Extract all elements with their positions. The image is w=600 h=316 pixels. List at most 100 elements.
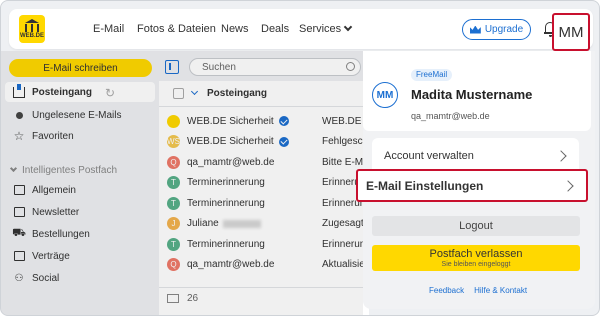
mail-subject: Aktualisierte — [322, 259, 369, 271]
logo-roof-icon — [25, 19, 39, 23]
sidebar-item-posteingang[interactable]: Posteingang — [5, 82, 155, 102]
sender-name: qa_mamtr@web.de — [187, 259, 322, 270]
verified-icon — [278, 116, 289, 127]
webde-logo[interactable]: WEB.DE — [19, 15, 45, 43]
logo-columns-icon — [25, 24, 39, 32]
nav-email[interactable]: E-Mail — [93, 9, 124, 49]
footer-links: Feedback Hilfe & Kontakt — [429, 286, 527, 295]
nav-services[interactable]: Services — [299, 9, 353, 49]
sidebar-item-social[interactable]: ⚇ Social — [9, 268, 159, 288]
email-settings-label: E-Mail Einstellungen — [366, 178, 484, 193]
nav-deals[interactable]: Deals — [261, 9, 289, 49]
leave-mailbox-label: Postfach verlassen — [429, 248, 523, 260]
social-icon: ⚇ — [14, 272, 24, 284]
leave-mailbox-button[interactable]: Postfach verlassen Sie bleiben eingelogg… — [372, 245, 580, 271]
search-icon[interactable] — [346, 62, 355, 71]
sidebar-item-label: Bestellungen — [32, 228, 90, 240]
sender-avatar: J — [167, 217, 180, 231]
table-row[interactable]: TTerminerinnerungErinnerung: M — [159, 173, 369, 194]
sender-name: Juliane — [187, 218, 322, 229]
redacted-surname — [222, 219, 261, 228]
table-row[interactable]: Qqa_mamtr@web.de Bitte E-Mail a — [159, 152, 369, 173]
sender-name: WEB.DE Sicherheit — [187, 116, 322, 127]
mail-subject: Erinnerung: M — [322, 238, 369, 250]
cart-icon: ⛟ — [12, 227, 26, 239]
newsletter-icon — [13, 207, 25, 217]
sidebar-item-newsletter[interactable]: Newsletter — [9, 202, 159, 222]
sidebar-item-favoriten[interactable]: ☆ Favoriten — [9, 126, 159, 146]
account-email: qa_mamtr@web.de — [411, 111, 490, 121]
sidebar-item-bestellungen[interactable]: ⛟ Bestellungen — [9, 224, 159, 244]
sidebar-item-vertraege[interactable]: Verträge — [9, 246, 159, 266]
star-icon: ☆ — [13, 129, 25, 143]
mail-list-footer: 26 — [159, 287, 369, 309]
sender-label: Terminerinnerung — [187, 197, 265, 209]
search-placeholder: Suchen — [202, 61, 236, 73]
chevron-down-icon — [9, 164, 18, 173]
smart-inbox-section[interactable]: Intelligentes Postfach — [9, 164, 118, 176]
smart-inbox-label: Intelligentes Postfach — [22, 165, 118, 176]
mail-list-header: Posteingang — [159, 81, 369, 107]
sender-name: Terminerinnerung — [187, 177, 322, 188]
sender-label: qa_mamtr@web.de — [187, 259, 275, 271]
help-contact-link[interactable]: Hilfe & Kontakt — [474, 286, 527, 295]
leave-mailbox-sublabel: Sie bleiben eingeloggt — [441, 261, 511, 268]
nav-services-label: Services — [299, 23, 342, 35]
table-row[interactable]: T Terminerinnerung Erinnerung: M — [159, 234, 369, 255]
plan-badge: FreeMail — [411, 69, 453, 81]
mail-count: 26 — [187, 293, 199, 304]
sidebar-item-label: Allgemein — [32, 184, 76, 196]
nav-news[interactable]: News — [221, 9, 249, 49]
sender-avatar: T — [167, 196, 180, 210]
table-row[interactable]: J Juliane Zugesagt: Me — [159, 214, 369, 235]
sender-label: Terminerinnerung — [187, 177, 265, 189]
contract-icon — [13, 251, 25, 261]
mail-subject: Zugesagt: Me — [322, 218, 369, 230]
verified-icon — [278, 136, 289, 147]
sender-label: WEB.DE Sicherheit — [187, 115, 274, 127]
sender-label: Terminerinnerung — [187, 238, 265, 250]
sender-name: qa_mamtr@web.de — [187, 157, 322, 168]
mail-subject: Fehlgeschlage — [322, 136, 369, 148]
sender-avatar: WS — [167, 135, 180, 149]
nav-fotos-dateien[interactable]: Fotos & Dateien — [137, 9, 216, 49]
chevron-down-icon[interactable] — [190, 87, 199, 96]
search-input[interactable]: Suchen — [189, 58, 361, 76]
sidebar-item-ungelesene[interactable]: Ungelesene E-Mails — [9, 105, 159, 125]
logo-text: WEB.DE — [20, 33, 44, 39]
account-avatar: MM — [372, 82, 398, 108]
sender-avatar: Q — [167, 258, 180, 272]
sidebar-item-label: Social — [32, 272, 60, 284]
table-row[interactable]: Qqa_mamtr@web.de Aktualisierte — [159, 255, 369, 276]
sender-avatar: T — [167, 237, 180, 251]
sender-avatar — [167, 114, 180, 128]
sender-label: Juliane — [187, 218, 219, 230]
table-row[interactable]: WS WEB.DE Sicherheit Fehlgeschlage — [159, 132, 369, 153]
mail-list-title: Posteingang — [207, 88, 268, 99]
upgrade-button[interactable]: Upgrade — [462, 19, 531, 40]
table-row[interactable]: TTerminerinnerungErinnerung: M — [159, 193, 369, 214]
app-window: WEB.DE E-Mail Fotos & Dateien News Deals… — [0, 0, 600, 316]
upgrade-label: Upgrade — [484, 24, 524, 35]
select-all-checkbox[interactable] — [173, 88, 184, 99]
refresh-icon[interactable]: ↻ — [105, 86, 115, 100]
account-avatar-button[interactable]: MM — [552, 13, 590, 51]
feedback-link[interactable]: Feedback — [429, 286, 464, 295]
unread-dot-icon — [13, 111, 25, 119]
mail-subject: WEB.DE Sicherheit — [322, 115, 369, 127]
sidebar-item-label: Favoriten — [32, 130, 74, 142]
email-settings-button[interactable]: E-Mail Einstellungen — [356, 169, 588, 202]
sidebar-item-allgemein[interactable]: Allgemein — [9, 180, 159, 200]
sidebar-item-label: Ungelesene E-Mails — [32, 109, 122, 121]
inbox-icon — [13, 83, 25, 98]
logout-button[interactable]: Logout — [372, 216, 580, 236]
sender-label: qa_mamtr@web.de — [187, 156, 275, 168]
sidebar-toggle-icon[interactable] — [165, 60, 179, 74]
chevron-right-icon — [555, 150, 567, 162]
mail-list: Posteingang WEB.DE SicherheitWEB.DE Sich… — [159, 81, 369, 315]
sender-name: WEB.DE Sicherheit — [187, 136, 322, 147]
top-bar: WEB.DE E-Mail Fotos & Dateien News Deals… — [9, 9, 593, 49]
table-row[interactable]: WEB.DE Sicherheit WEB.DE Sicherheit — [159, 111, 369, 132]
manage-account-label: Account verwalten — [384, 150, 474, 162]
compose-button[interactable]: E-Mail schreiben — [9, 59, 152, 77]
